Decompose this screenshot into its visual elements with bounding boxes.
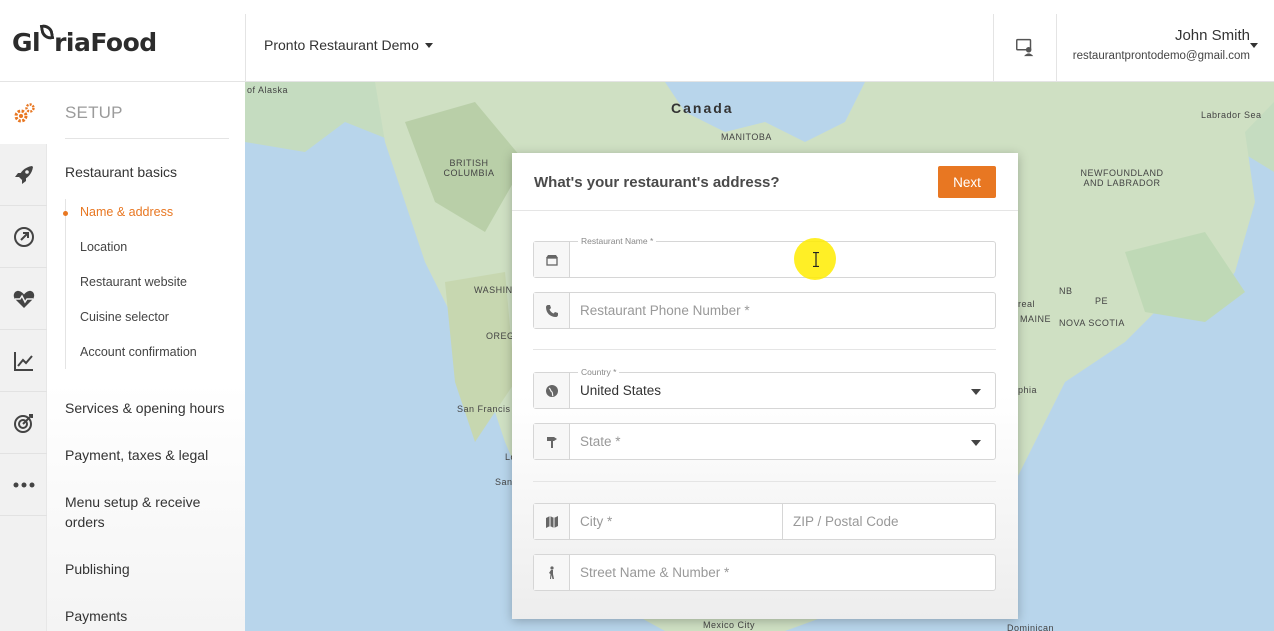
map-label: Mexico City (703, 620, 756, 630)
road-sign-icon (534, 424, 570, 459)
nav-reports[interactable] (0, 330, 47, 392)
user-name: John Smith (1174, 27, 1250, 44)
user-email: restaurantprontodemo@gmail.com (1072, 50, 1250, 62)
restaurant-name-label: Restaurant Name * (578, 236, 657, 246)
country-select[interactable]: United States (570, 373, 995, 408)
pedestrian-icon (534, 555, 570, 590)
map-label: San (495, 477, 513, 487)
map-label: NB (1059, 286, 1073, 296)
state-select[interactable]: State * (570, 424, 995, 459)
caret-down-icon (971, 440, 981, 446)
dialog-header: What's your restaurant's address? Next (512, 153, 1018, 211)
city-zip-field: City * ZIP / Postal Code (533, 503, 996, 540)
dialog-body: Restaurant Name * Restaurant Phone Numbe… (512, 211, 1018, 619)
divider (65, 138, 229, 139)
map-icon (534, 504, 570, 539)
menu-payment-taxes[interactable]: Payment, taxes & legal (65, 445, 235, 465)
address-dialog: What's your restaurant's address? Next R… (512, 153, 1018, 619)
phone-input[interactable]: Restaurant Phone Number * (570, 293, 995, 328)
street-field[interactable]: Street Name & Number * (533, 554, 996, 591)
submenu-line (65, 199, 66, 369)
dialog-title: What's your restaurant's address? (534, 174, 780, 191)
country-field[interactable]: United States Country * (533, 367, 996, 409)
nav-launch[interactable] (0, 144, 47, 206)
nav-promotions[interactable] (0, 392, 47, 454)
store-icon (534, 242, 570, 277)
support-chat-icon[interactable] (1014, 36, 1036, 58)
globe-icon (534, 373, 570, 408)
submenu-restaurant-website[interactable]: Restaurant website (80, 275, 187, 289)
map-label: real (1018, 299, 1036, 309)
menu-restaurant-basics[interactable]: Restaurant basics (65, 162, 235, 182)
map-label: OREG (486, 331, 515, 341)
restaurant-name-field[interactable]: Restaurant Name * (533, 236, 996, 278)
submenu-account-confirmation[interactable]: Account confirmation (80, 345, 197, 359)
menu-payments[interactable]: Payments (65, 606, 235, 626)
phone-icon (534, 293, 570, 328)
header-divider (245, 14, 246, 82)
logo-text-start: Gl (12, 27, 41, 57)
map-label: WASHIN (474, 285, 513, 295)
menu-services-hours[interactable]: Services & opening hours (65, 398, 235, 418)
city-input[interactable]: City * (570, 504, 783, 539)
restaurant-selector[interactable]: Pronto Restaurant Demo (264, 37, 433, 53)
zip-input[interactable]: ZIP / Postal Code (783, 504, 995, 539)
heart-pulse-icon (13, 290, 34, 308)
next-button[interactable]: Next (938, 166, 996, 198)
map-label: Canada (671, 100, 734, 116)
compass-icon (13, 226, 34, 247)
country-label: Country * (578, 367, 620, 377)
rocket-icon (14, 165, 33, 184)
state-field[interactable]: State * (533, 423, 996, 460)
menu-publishing[interactable]: Publishing (65, 559, 235, 579)
logo-text-end: riaFood (54, 27, 157, 57)
nav-marketing[interactable] (0, 206, 47, 268)
caret-down-icon (1250, 43, 1258, 48)
chart-icon (13, 351, 33, 371)
user-menu[interactable]: John Smith restaurantprontodemo@gmail.co… (1072, 27, 1258, 62)
map-label: MAINE (1020, 314, 1052, 324)
caret-down-icon (971, 389, 981, 395)
gloriafood-logo[interactable]: Gl riaFood (12, 20, 157, 64)
state-placeholder: State * (580, 434, 621, 449)
restaurant-name-input[interactable] (570, 242, 995, 277)
nav-health[interactable] (0, 268, 47, 330)
text-cursor-icon (813, 252, 819, 267)
submenu-cuisine-selector[interactable]: Cuisine selector (80, 310, 169, 324)
nav-more[interactable] (0, 454, 47, 516)
setup-sidebar: SETUP Restaurant basics Name & address L… (47, 82, 245, 631)
top-header: Gl riaFood Pronto Restaurant Demo John Sm… (0, 0, 1274, 82)
setup-title: SETUP (65, 103, 123, 122)
caret-down-icon (424, 42, 433, 48)
map-label: Dominican (1007, 623, 1055, 631)
leaf-icon (39, 23, 55, 41)
map-label: Labrador Sea (1201, 110, 1262, 120)
icon-navigation (0, 82, 47, 631)
header-divider (1056, 14, 1057, 82)
divider (533, 481, 996, 482)
map-label: PE (1095, 296, 1109, 306)
phone-field[interactable]: Restaurant Phone Number * (533, 292, 996, 329)
gears-icon (14, 103, 35, 123)
street-input[interactable]: Street Name & Number * (570, 555, 995, 590)
map-label: NEWFOUNDLAND AND LABRADOR (1080, 168, 1164, 188)
map-label: NOVA SCOTIA (1059, 318, 1125, 328)
submenu-name-address[interactable]: Name & address (62, 205, 173, 219)
map-label: of Alaska (247, 85, 289, 95)
map-label: BRITISH COLUMBIA (443, 158, 495, 178)
more-icon (13, 482, 34, 487)
nav-setup[interactable] (0, 82, 47, 144)
submenu-location[interactable]: Location (80, 240, 127, 254)
country-value: United States (580, 383, 662, 398)
target-icon (13, 413, 33, 433)
map-label: San Francis (457, 404, 511, 414)
map-label: MANITOBA (721, 132, 772, 142)
restaurant-name: Pronto Restaurant Demo (264, 37, 419, 53)
header-divider (993, 14, 994, 82)
divider (533, 349, 996, 350)
map-label: phia (1018, 385, 1038, 395)
menu-menu-setup[interactable]: Menu setup & receive orders (65, 492, 215, 532)
